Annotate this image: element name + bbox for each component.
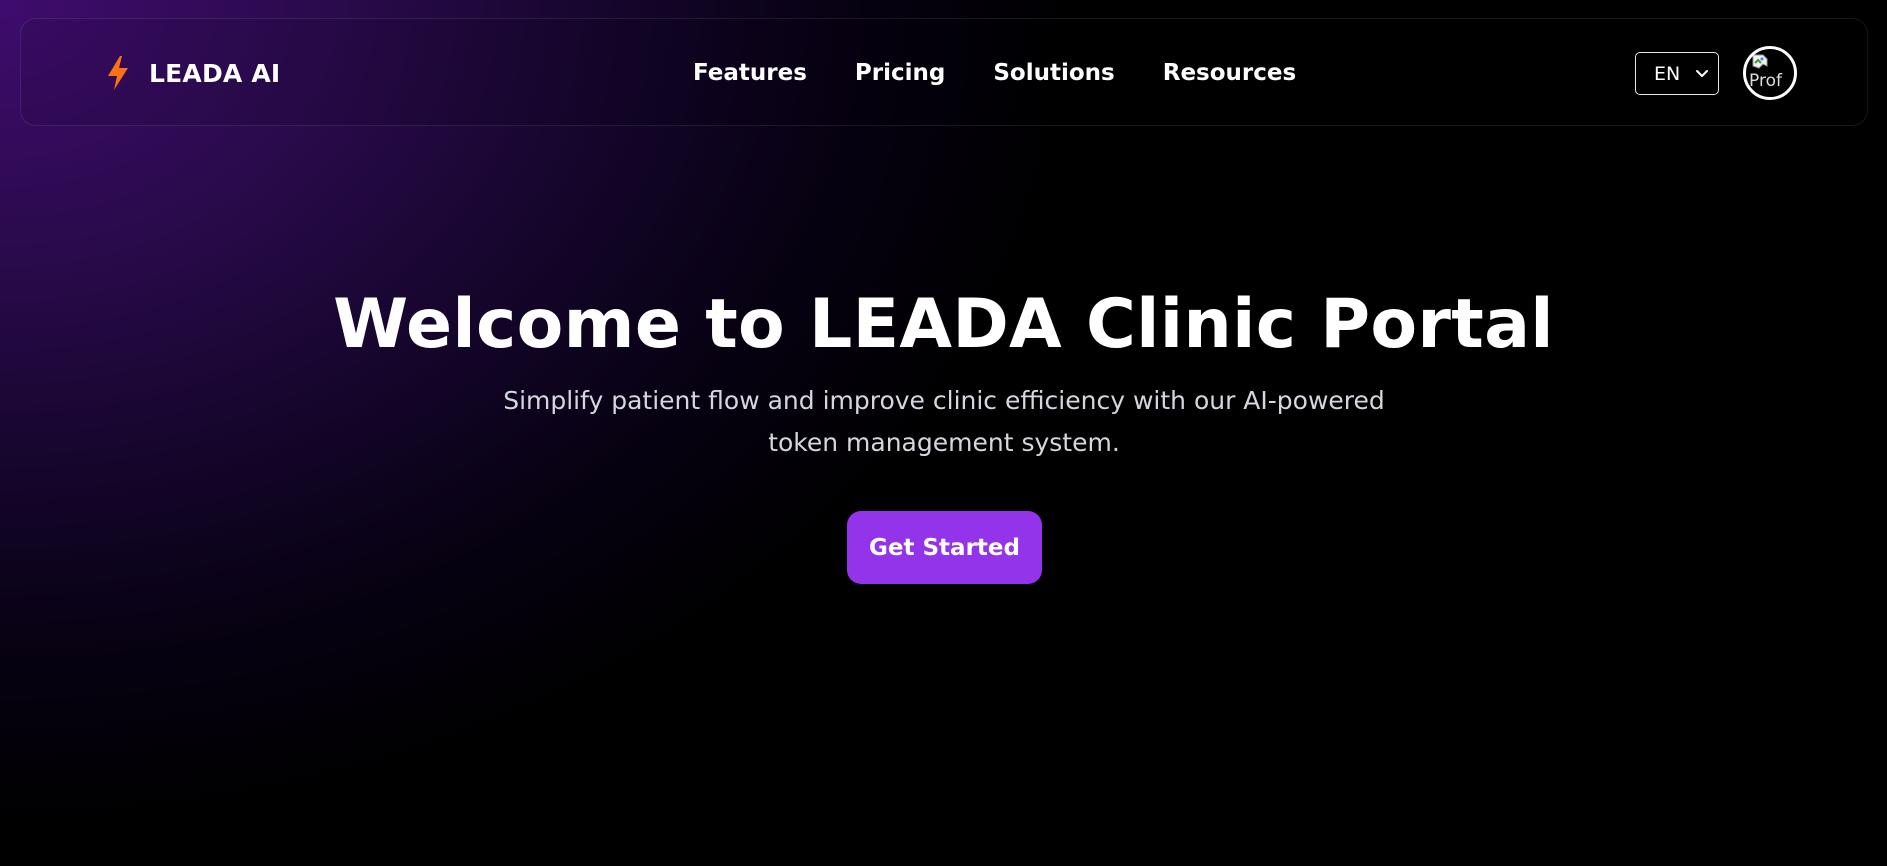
nav-link-resources[interactable]: Resources: [1163, 60, 1296, 86]
nav-links: Features Pricing Solutions Resources: [693, 19, 1296, 127]
landing-page: LEADA AI Features Pricing Solutions Reso…: [0, 0, 1887, 866]
nav-link-solutions[interactable]: Solutions: [993, 60, 1114, 86]
profile-avatar[interactable]: Prof: [1743, 46, 1797, 100]
get-started-button[interactable]: Get Started: [847, 511, 1042, 584]
brand-logo-link[interactable]: LEADA AI: [105, 19, 280, 127]
chevron-down-icon: [1695, 65, 1709, 87]
nav-link-features[interactable]: Features: [693, 60, 807, 86]
language-select[interactable]: EN: [1635, 52, 1719, 95]
hero-subtitle: Simplify patient flow and improve clinic…: [503, 386, 1385, 457]
language-select-value: EN: [1654, 62, 1681, 85]
lightning-bolt-icon: [105, 55, 131, 91]
nav-link-pricing[interactable]: Pricing: [855, 60, 945, 86]
top-navbar: LEADA AI Features Pricing Solutions Reso…: [20, 18, 1868, 126]
brand-name: LEADA AI: [149, 58, 281, 88]
hero-title: Welcome to LEADA Clinic Portal: [333, 285, 1554, 364]
avatar-alt-text: Prof: [1749, 71, 1782, 91]
